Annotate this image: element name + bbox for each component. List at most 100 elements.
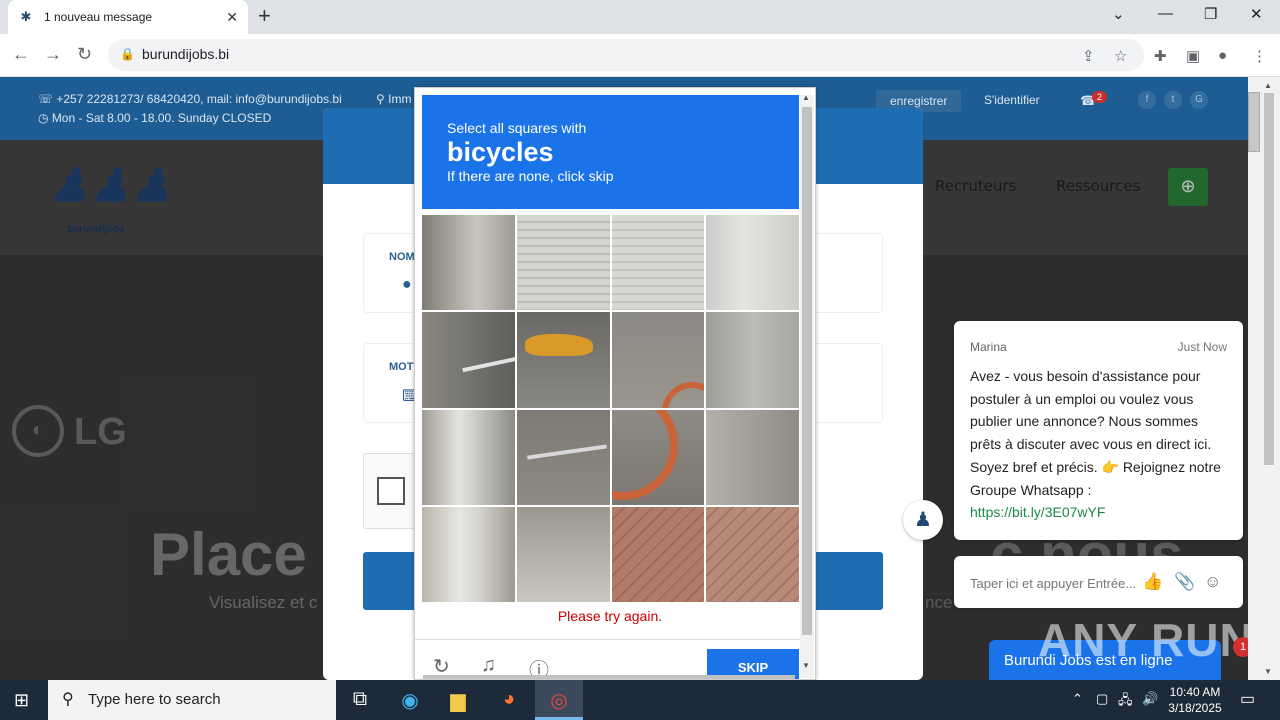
new-tab-button[interactable]: + [258, 5, 271, 27]
captcha-prompt: Select all squares with bicycles If ther… [422, 95, 799, 209]
captcha-tile[interactable] [422, 312, 515, 408]
whatsapp-link[interactable]: https://bit.ly/3E07wYF [970, 501, 1232, 524]
side-panel-icon[interactable]: ▣ [1186, 47, 1200, 65]
notifications-icon[interactable]: ▭ [1240, 689, 1255, 709]
chat-input[interactable]: Taper ici et appuyer Entrée... 👍 📎 ☺ [954, 556, 1243, 608]
contact-info: ☏ +257 22281273/ 68420420, mail: info@bu… [38, 92, 342, 106]
lock-icon: 🔒 [120, 47, 135, 61]
captcha-tile[interactable] [516, 312, 610, 408]
browser-tab[interactable]: ✱ 1 nouveau message ✕ [8, 0, 248, 34]
chrome-icon: ◎ [550, 690, 568, 712]
file-explorer-icon[interactable]: ▆ [443, 688, 473, 713]
profile-icon[interactable]: ● [1218, 47, 1227, 64]
address: ⚲ Imm [376, 92, 412, 106]
page-scroll-down-icon[interactable]: ▼ [1264, 667, 1272, 676]
page-scroll-thumb[interactable] [1264, 93, 1274, 465]
scroll-up-icon[interactable]: ▲ [802, 93, 810, 102]
windows-taskbar: ⊞ ⚲ Type here to search ⧉ ◉ ▆ ◕ ◎ ⌃ ▢ 🖧 … [0, 680, 1280, 720]
captcha-checkbox[interactable] [377, 477, 405, 505]
captcha-tile[interactable] [516, 409, 610, 505]
captcha-tile[interactable] [422, 215, 515, 311]
captcha-tile[interactable] [422, 409, 515, 505]
tray-chevron-icon[interactable]: ⌃ [1072, 691, 1083, 707]
tab-title: 1 nouveau message [44, 10, 153, 24]
captcha-tile[interactable] [422, 506, 515, 602]
captcha-scrollbar[interactable]: ▲ ▼ [800, 93, 814, 678]
chat-avatar: ♟ [903, 500, 943, 540]
chat-message-bubble: Marina Just Now Avez - vous besoin d'ass… [954, 321, 1243, 540]
chrome-taskbar-item[interactable]: ◎ [535, 680, 583, 720]
twitter-icon[interactable]: t [1164, 91, 1182, 109]
opening-hours: ◷ Mon - Sat 8.00 - 18.00. Sunday CLOSED [38, 111, 272, 125]
captcha-tile[interactable] [611, 312, 705, 408]
name-label: NOM [389, 251, 415, 263]
taskbar-search-placeholder: Type here to search [88, 691, 221, 708]
chat-input-placeholder: Taper ici et appuyer Entrée... [970, 576, 1137, 591]
captcha-tile[interactable] [611, 215, 705, 311]
captcha-tile[interactable] [706, 409, 799, 505]
emoji-icon[interactable]: ☺ [1204, 572, 1221, 592]
chat-agent-name: Marina [970, 340, 1007, 354]
bookmark-star-icon[interactable]: ☆ [1114, 47, 1127, 65]
close-tab-icon[interactable]: ✕ [226, 9, 238, 26]
captcha-error: Please try again. [557, 608, 663, 624]
reload-icon[interactable]: ↻ [77, 44, 92, 65]
tray-device-icon[interactable]: ▢ [1096, 691, 1108, 707]
browser-toolbar: ← → ↻ 🔒 burundijobs.bi ⇪ ☆ ✚ ▣ ● ⋮ [0, 34, 1280, 77]
password-label: MOT [389, 361, 414, 373]
captcha-footer: ↻ ♫ ⓘ SKIP [415, 639, 805, 679]
anyrun-watermark: ANY RUN [1038, 614, 1254, 666]
thumbs-up-icon[interactable]: 👍 [1142, 572, 1163, 592]
chat-message-text: Avez - vous besoin d'assistance pour pos… [970, 368, 1221, 498]
menu-kebab-icon[interactable]: ⋮ [1252, 47, 1267, 65]
google-icon[interactable]: G [1190, 91, 1208, 109]
captcha-tile[interactable] [516, 215, 610, 311]
page-scrollbar[interactable]: ▲ ▼ [1248, 77, 1280, 680]
clock-time: 10:40 AM [1169, 685, 1221, 699]
captcha-image-grid [422, 215, 799, 602]
network-icon[interactable]: 🖧 [1118, 691, 1133, 713]
taskbar-search[interactable]: ⚲ Type here to search [48, 680, 336, 720]
captcha-tile[interactable] [706, 215, 799, 311]
captcha-tile[interactable] [706, 312, 799, 408]
scroll-down-icon[interactable]: ▼ [802, 661, 810, 670]
notification-badge: 2 [1092, 91, 1108, 103]
user-icon: ● [402, 276, 412, 293]
chat-time: Just Now [1177, 340, 1227, 354]
captcha-tile[interactable] [706, 506, 799, 602]
forward-icon[interactable]: → [44, 44, 62, 65]
task-view-icon[interactable]: ⧉ [345, 688, 375, 711]
captcha-tile[interactable] [611, 506, 705, 602]
minimize-button[interactable]: — [1158, 5, 1173, 22]
firefox-icon[interactable]: ◕ [494, 688, 524, 711]
audio-challenge-icon[interactable]: ♫ [481, 654, 496, 677]
search-icon: ⚲ [62, 691, 74, 708]
captcha-instruction: Select all squares with [447, 120, 587, 136]
edge-icon[interactable]: ◉ [395, 688, 425, 713]
site-favicon-icon: ✱ [20, 9, 32, 24]
login-link[interactable]: S'identifier [984, 93, 1040, 107]
volume-icon[interactable]: 🔊 [1142, 691, 1158, 707]
extensions-icon[interactable]: ✚ [1154, 47, 1167, 65]
close-window-button[interactable]: ✕ [1250, 5, 1263, 23]
tab-search-icon[interactable]: ⌄ [1112, 5, 1125, 23]
share-icon[interactable]: ⇪ [1082, 47, 1095, 65]
modal-scroll-thumb[interactable] [1248, 92, 1260, 152]
captcha-tile[interactable] [516, 506, 610, 602]
captcha-challenge: Select all squares with bicycles If ther… [414, 87, 816, 680]
captcha-hint: If there are none, click skip [447, 168, 614, 184]
page-scroll-up-icon[interactable]: ▲ [1264, 81, 1272, 90]
captcha-scroll-thumb[interactable] [802, 107, 812, 635]
clock-date: 3/18/2025 [1168, 701, 1222, 715]
chat-message: Avez - vous besoin d'assistance pour pos… [970, 365, 1232, 524]
captcha-target: bicycles [447, 137, 554, 167]
address-bar[interactable]: 🔒 burundijobs.bi [108, 39, 1144, 71]
restore-button[interactable]: ❐ [1204, 5, 1217, 23]
attachment-icon[interactable]: 📎 [1174, 572, 1195, 592]
windows-start-icon[interactable]: ⊞ [14, 690, 29, 711]
facebook-icon[interactable]: f [1138, 91, 1156, 109]
taskbar-clock[interactable]: 10:40 AM 3/18/2025 [1160, 684, 1230, 716]
browser-tab-strip: ✱ 1 nouveau message ✕ + ⌄ — ❐ ✕ [0, 0, 1280, 34]
back-icon[interactable]: ← [12, 44, 30, 65]
captcha-tile[interactable] [611, 409, 705, 505]
